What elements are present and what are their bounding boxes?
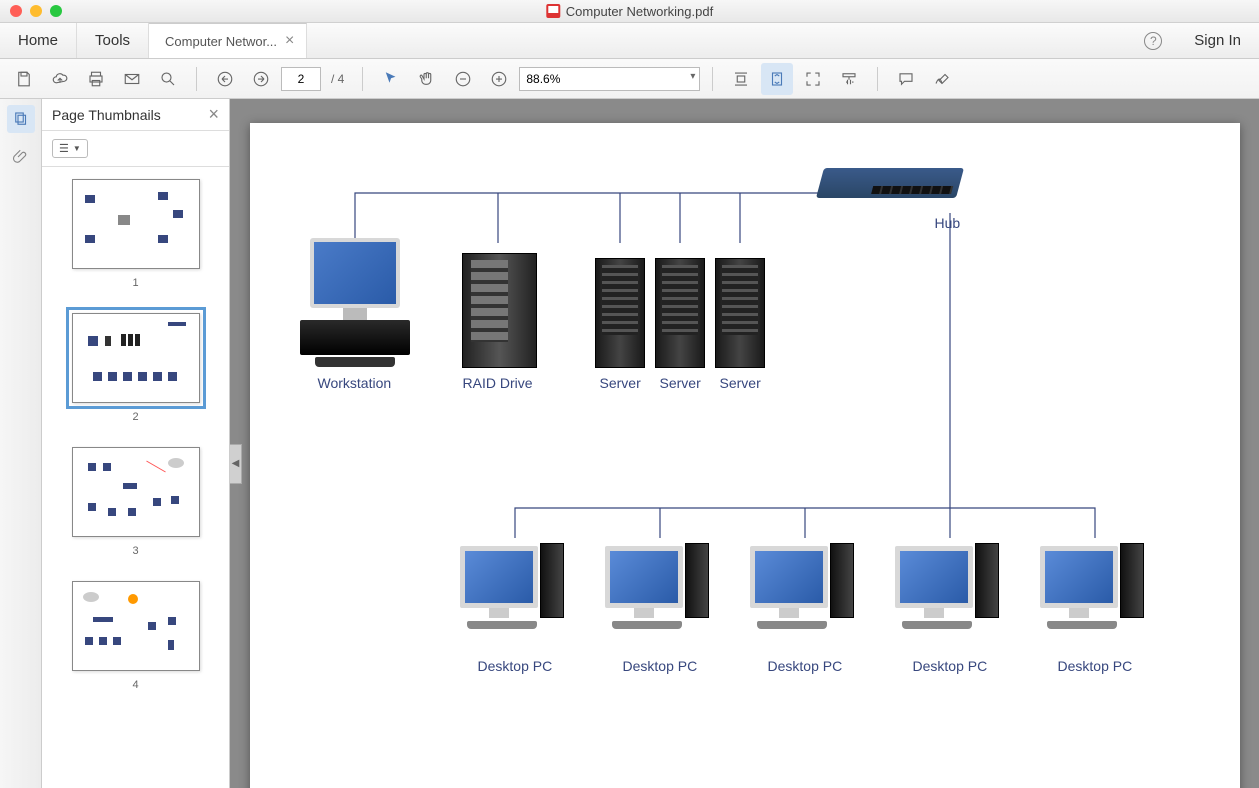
raid-device (462, 253, 537, 368)
tab-document-label: Computer Networ... (165, 34, 277, 49)
desktop-pc-device (895, 543, 999, 629)
help-icon[interactable]: ? (1144, 32, 1162, 50)
next-page-icon[interactable] (245, 63, 277, 95)
desktop-pc-label: Desktop PC (913, 658, 988, 674)
thumbnail-4[interactable]: 4 (42, 581, 229, 691)
maximize-window-icon[interactable] (50, 5, 62, 17)
sign-icon[interactable] (926, 63, 958, 95)
server-label: Server (720, 375, 761, 391)
tab-close-icon[interactable]: × (285, 32, 294, 50)
thumbnails-title: Page Thumbnails (52, 107, 161, 123)
print-icon[interactable] (80, 63, 112, 95)
server-label: Server (660, 375, 701, 391)
desktop-pc-label: Desktop PC (623, 658, 698, 674)
select-tool-icon[interactable] (375, 63, 407, 95)
desktop-pc-label: Desktop PC (478, 658, 553, 674)
tab-tools[interactable]: Tools (77, 23, 149, 58)
side-rail (0, 99, 42, 788)
hand-tool-icon[interactable] (411, 63, 443, 95)
desktop-pc-device (1040, 543, 1144, 629)
thumbnail-label: 3 (132, 545, 138, 557)
save-icon[interactable] (8, 63, 40, 95)
window-title: Computer Networking.pdf (566, 4, 713, 19)
workstation-device (300, 238, 410, 367)
pdf-page: Hub Workstation RAID Drive Server Server… (250, 123, 1240, 788)
desktop-pc-device (750, 543, 854, 629)
close-panel-icon[interactable]: × (208, 104, 219, 125)
zoom-select[interactable] (519, 67, 700, 91)
fullscreen-icon[interactable] (797, 63, 829, 95)
diagram-wires (250, 123, 1240, 788)
hub-label: Hub (935, 215, 961, 231)
sign-in-button[interactable]: Sign In (1176, 23, 1259, 58)
server-label: Server (600, 375, 641, 391)
server-device (655, 258, 705, 368)
desktop-pc-label: Desktop PC (768, 658, 843, 674)
thumbnails-panel: Page Thumbnails × ☰▼ 1 (42, 99, 230, 788)
cloud-icon[interactable] (44, 63, 76, 95)
zoom-out-icon[interactable] (447, 63, 479, 95)
fit-width-icon[interactable] (725, 63, 757, 95)
thumbnails-rail-icon[interactable] (7, 105, 35, 133)
hub-device (815, 168, 963, 198)
read-mode-icon[interactable] (833, 63, 865, 95)
main-toolbar: / 4 (0, 59, 1259, 99)
server-device (715, 258, 765, 368)
pdf-file-icon (546, 4, 560, 18)
desktop-pc-device (605, 543, 709, 629)
thumbnail-3[interactable]: 3 (42, 447, 229, 557)
document-viewport[interactable]: ◀ Hub Workstation RAID D (230, 99, 1259, 788)
thumbnail-1[interactable]: 1 (42, 179, 229, 289)
workstation-label: Workstation (318, 375, 392, 391)
page-total-label: / 4 (331, 72, 344, 86)
app-tabs: Home Tools Computer Networ... × ? Sign I… (0, 23, 1259, 59)
tab-home[interactable]: Home (0, 23, 77, 58)
attachments-rail-icon[interactable] (7, 143, 35, 171)
prev-page-icon[interactable] (209, 63, 241, 95)
close-window-icon[interactable] (10, 5, 22, 17)
thumbnail-options-button[interactable]: ☰▼ (52, 139, 88, 158)
minimize-window-icon[interactable] (30, 5, 42, 17)
thumbnails-list[interactable]: 1 2 (42, 167, 229, 788)
server-device (595, 258, 645, 368)
collapse-panel-icon[interactable]: ◀ (230, 444, 242, 484)
email-icon[interactable] (116, 63, 148, 95)
window-titlebar: Computer Networking.pdf (0, 0, 1259, 23)
thumbnail-label: 1 (132, 277, 138, 289)
comment-icon[interactable] (890, 63, 922, 95)
thumbnail-label: 4 (132, 679, 138, 691)
page-number-input[interactable] (281, 67, 321, 91)
desktop-pc-device (460, 543, 564, 629)
search-icon[interactable] (152, 63, 184, 95)
desktop-pc-label: Desktop PC (1058, 658, 1133, 674)
thumbnail-2[interactable]: 2 (42, 313, 229, 423)
thumbnail-label: 2 (132, 411, 138, 423)
fit-page-icon[interactable] (761, 63, 793, 95)
tab-document[interactable]: Computer Networ... × (149, 23, 307, 58)
raid-label: RAID Drive (463, 375, 533, 391)
zoom-in-icon[interactable] (483, 63, 515, 95)
